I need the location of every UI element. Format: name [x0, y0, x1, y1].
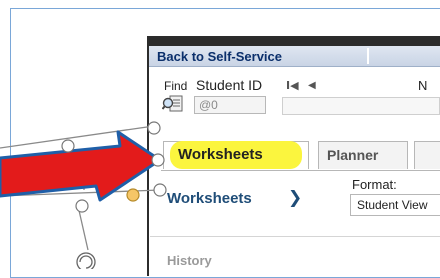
adjust-handle — [126, 188, 140, 202]
arrow-annotation[interactable] — [0, 0, 440, 269]
rotate-handle-icon — [76, 252, 96, 269]
